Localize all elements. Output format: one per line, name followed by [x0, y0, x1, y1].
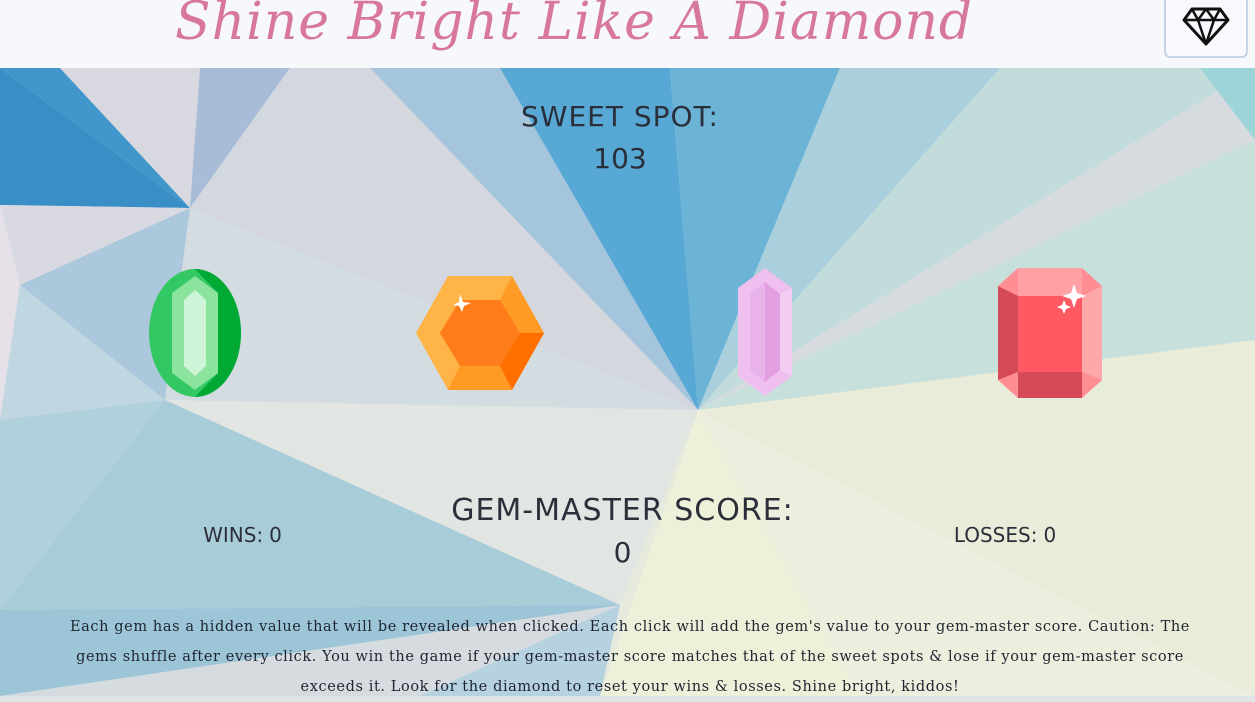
wins-label: WINS: — [203, 523, 264, 547]
header-bar: Shine Bright Like A Diamond — [0, 0, 1255, 68]
ruby-gem-button[interactable] — [998, 268, 1102, 398]
sweet-spot-value: 103 — [593, 142, 647, 175]
instructions-text: Each gem has a hidden value that will be… — [70, 619, 1190, 695]
diamond-icon — [1182, 7, 1230, 46]
amethyst-gem-button[interactable] — [738, 268, 792, 396]
page-title: Shine Bright Like A Diamond — [175, 0, 974, 52]
gem-master-score-value: 0 — [613, 536, 632, 569]
wins-counter: WINS: 0 — [150, 523, 335, 547]
topaz-gem-button[interactable] — [416, 276, 544, 390]
losses-counter: LOSSES: 0 — [905, 523, 1105, 547]
losses-value: 0 — [1043, 523, 1057, 547]
reset-diamond-button[interactable] — [1164, 0, 1248, 58]
emerald-gem-button[interactable] — [148, 268, 242, 398]
sweet-spot-label: SWEET SPOT: — [520, 100, 719, 133]
gem-master-score-label: GEM-MASTER SCORE: — [451, 493, 794, 528]
losses-label: LOSSES: — [953, 523, 1038, 547]
wins-value: 0 — [269, 523, 282, 547]
